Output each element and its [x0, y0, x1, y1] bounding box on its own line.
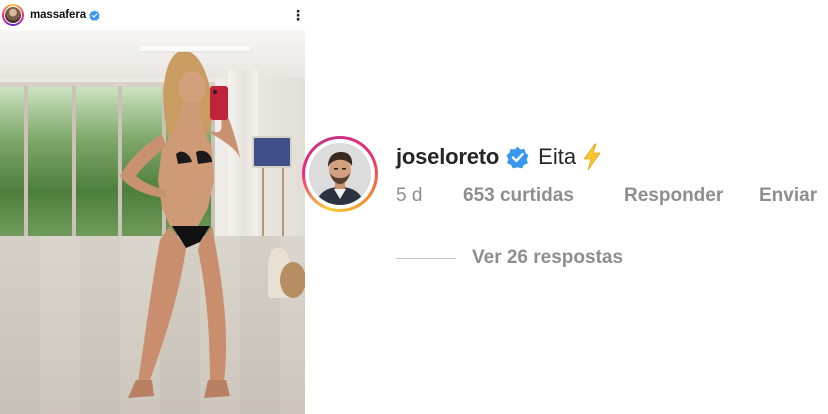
comment-timestamp: 5 d	[396, 185, 423, 206]
commenter-portrait	[309, 143, 371, 205]
post-author-username[interactable]: massafera	[30, 9, 86, 21]
high-voltage-emoji-icon	[583, 143, 601, 171]
comment-line: joseloreto Eita	[396, 142, 603, 172]
more-options-icon[interactable]: ⋮	[291, 6, 305, 24]
commenter-avatar[interactable]	[302, 136, 378, 212]
send-button[interactable]: Enviar	[759, 184, 817, 208]
post-photo[interactable]	[0, 30, 305, 414]
view-replies-label: Ver 26 respostas	[472, 247, 624, 268]
comment-likes-count[interactable]: 653 curtidas	[463, 184, 574, 208]
reply-button[interactable]: Responder	[624, 184, 723, 208]
person-figure	[120, 52, 240, 398]
verified-badge-icon	[89, 9, 100, 21]
verified-badge-icon	[506, 146, 529, 168]
commenter-username[interactable]: joseloreto	[396, 144, 499, 170]
replies-divider	[396, 257, 456, 259]
post-author-avatar[interactable]	[2, 4, 24, 26]
view-replies-button[interactable]: Ver 26 respostas	[396, 246, 623, 270]
post-header: massafera ⋮	[0, 0, 305, 30]
instagram-post: massafera ⋮	[0, 0, 305, 414]
comment-text: Eita	[538, 144, 577, 169]
